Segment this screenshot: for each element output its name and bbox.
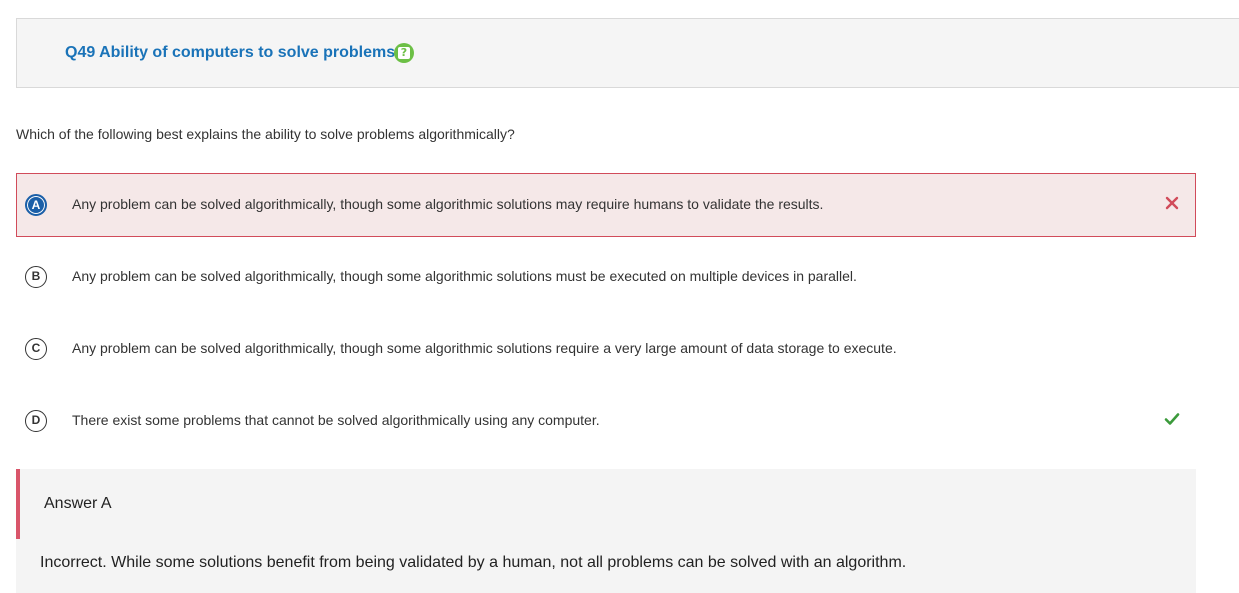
option-letter-a: A [25, 194, 47, 216]
feedback-text: Incorrect. While some solutions benefit … [40, 554, 907, 571]
question-prompt: Which of the following best explains the… [16, 126, 515, 142]
question-review-page: Q49 Ability of computers to solve proble… [0, 0, 1239, 593]
option-text-d: There exist some problems that cannot be… [72, 412, 600, 428]
option-text-c: Any problem can be solved algorithmicall… [72, 340, 897, 356]
feedback-accent-bar [16, 469, 20, 539]
option-letter-d: D [25, 410, 47, 432]
answer-option-d[interactable]: D There exist some problems that cannot … [16, 389, 1196, 453]
question-header: Q49 Ability of computers to solve proble… [16, 18, 1239, 88]
x-icon [1165, 196, 1179, 210]
question-title[interactable]: Q49 Ability of computers to solve proble… [65, 44, 395, 62]
answer-option-b[interactable]: B Any problem can be solved algorithmica… [16, 245, 1196, 309]
feedback-title: Answer A [44, 495, 112, 512]
help-icon[interactable]: ? [394, 43, 414, 63]
option-letter-c: C [25, 338, 47, 360]
checkmark-icon [1164, 413, 1180, 425]
answer-option-c[interactable]: C Any problem can be solved algorithmica… [16, 317, 1196, 381]
answer-option-a[interactable]: A Any problem can be solved algorithmica… [16, 173, 1196, 237]
answer-feedback-panel: Answer A Incorrect. While some solutions… [16, 469, 1196, 593]
option-text-a: Any problem can be solved algorithmicall… [72, 196, 824, 212]
option-letter-b: B [25, 266, 47, 288]
option-text-b: Any problem can be solved algorithmicall… [72, 268, 857, 284]
